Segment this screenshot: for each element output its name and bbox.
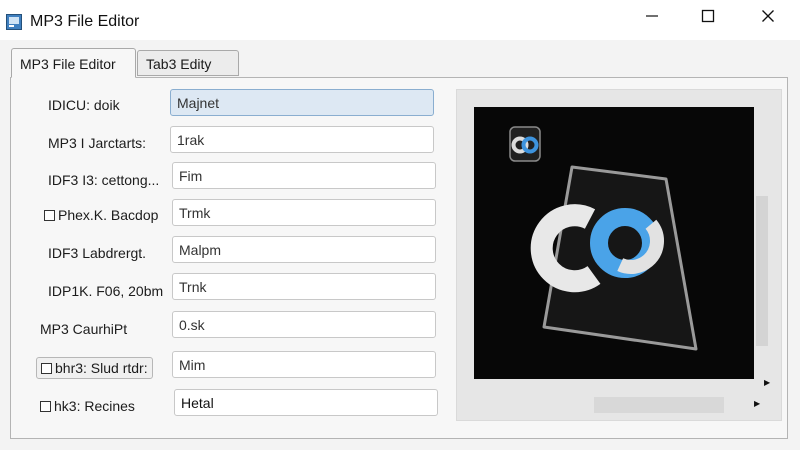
field-label-8-text: bhr3: Slud rtdr: — [55, 360, 148, 376]
field-input-2[interactable] — [170, 126, 434, 153]
maximize-icon — [701, 9, 715, 23]
tab-tab3-edity[interactable]: Tab3 Edity — [137, 50, 239, 76]
checkbox-icon[interactable] — [44, 210, 55, 221]
app-icon — [6, 14, 22, 30]
field-label-9: hk3: Recines — [40, 398, 135, 414]
field-label-8: bhr3: Slud rtdr: — [36, 357, 153, 379]
field-input-5[interactable] — [172, 236, 436, 263]
field-label-9-text: hk3: Recines — [54, 398, 135, 414]
field-input-6[interactable] — [172, 273, 436, 300]
minimize-icon — [646, 15, 658, 17]
tab-strip: MP3 File Editor Tab3 Edity — [8, 48, 788, 78]
field-label-7: MP3 CaurhiPt — [40, 321, 128, 337]
scroll-right-arrow-icon-2[interactable]: ▶ — [754, 399, 760, 408]
field-label-4: Phex.K. Bacdop — [44, 207, 158, 223]
field-input-9[interactable] — [174, 389, 438, 416]
field-label-5: IDF3 Labdrergt. — [48, 245, 147, 261]
field-label-4-text: Phex.K. Bacdop — [58, 207, 159, 223]
horizontal-scrollbar[interactable] — [594, 397, 724, 413]
close-icon — [762, 10, 774, 22]
field-input-3[interactable] — [172, 162, 436, 189]
vertical-scrollbar[interactable] — [756, 196, 768, 346]
field-input-1[interactable] — [170, 89, 434, 116]
maximize-button[interactable] — [682, 0, 734, 32]
tab-mp3-file-editor[interactable]: MP3 File Editor — [11, 48, 136, 78]
field-label-6: IDP1K. F06, 20bm — [48, 283, 164, 299]
field-input-4[interactable] — [172, 199, 436, 226]
title-bar: MP3 File Editor — [0, 0, 800, 40]
cd-logo-icon — [509, 126, 698, 351]
window-title: MP3 File Editor — [30, 13, 140, 30]
field-label-2: MP3 I Jarctarts: — [48, 135, 147, 151]
minimize-button[interactable] — [626, 0, 678, 32]
checkbox-icon[interactable] — [40, 401, 51, 412]
album-art-image[interactable] — [474, 107, 754, 379]
field-input-8[interactable] — [172, 351, 436, 378]
field-label-3: IDF3 I3: cettong... — [48, 172, 160, 188]
checkbox-icon[interactable] — [41, 363, 52, 374]
field-label-1: IDICU: doik — [48, 97, 120, 113]
field-input-7[interactable] — [172, 311, 436, 338]
close-button[interactable] — [742, 0, 794, 32]
scroll-right-arrow-icon[interactable]: ▶ — [764, 378, 770, 387]
